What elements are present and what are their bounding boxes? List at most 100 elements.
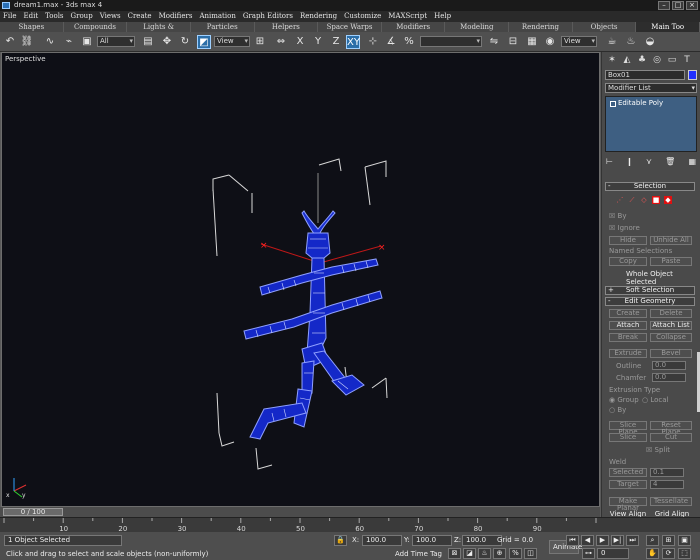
y-coordinate-field[interactable]: 100.0: [412, 535, 452, 546]
lock-selection-icon[interactable]: 🔒: [334, 535, 347, 546]
minimize-button[interactable]: –: [658, 1, 670, 10]
tab-modeling[interactable]: Modeling: [445, 22, 510, 32]
menu-animation[interactable]: Animation: [199, 11, 235, 22]
menu-views[interactable]: Views: [100, 11, 121, 22]
track-view-icon[interactable]: ▦: [525, 35, 539, 49]
split-checkbox[interactable]: Split: [646, 446, 671, 454]
restrict-xy-icon[interactable]: XY: [346, 35, 360, 49]
named-selection-dropdown[interactable]: [420, 36, 482, 47]
play-icon[interactable]: ▶: [596, 535, 609, 546]
attach-list-button[interactable]: Attach List: [650, 321, 692, 330]
tab-rendering[interactable]: Rendering: [509, 22, 573, 32]
z-coordinate-field[interactable]: 100.0: [462, 535, 502, 546]
weld-target-button[interactable]: Target: [609, 480, 647, 489]
mirror-icon[interactable]: ⇋: [487, 35, 501, 49]
utilities-panel-icon[interactable]: T: [681, 54, 693, 66]
snap-toggle-icon[interactable]: ⊹: [366, 35, 380, 49]
slice-button[interactable]: Slice: [609, 433, 647, 442]
menu-customize[interactable]: Customize: [344, 11, 381, 22]
perspective-viewport[interactable]: Perspective × × x y: [1, 52, 600, 507]
tab-modifiers[interactable]: Modifiers: [381, 22, 446, 32]
go-to-start-icon[interactable]: ⏮: [566, 535, 579, 546]
menu-edit[interactable]: Edit: [23, 11, 38, 22]
reference-coordinate-dropdown[interactable]: View: [214, 36, 250, 47]
key-mode-icon[interactable]: ⊶: [582, 548, 595, 559]
pan-icon[interactable]: ✋: [646, 548, 659, 559]
menu-help[interactable]: Help: [434, 11, 451, 22]
x-coordinate-field[interactable]: 100.0: [362, 535, 402, 546]
weld-threshold-spinner[interactable]: 0.1: [650, 468, 684, 477]
align-icon[interactable]: ⊟: [506, 35, 520, 49]
collapse-button[interactable]: Collapse: [650, 333, 692, 342]
menu-maxscript[interactable]: MAXScript: [388, 11, 427, 22]
window-crossing-icon[interactable]: ◫: [524, 548, 537, 559]
configure-sets-icon[interactable]: ▦: [688, 157, 696, 167]
zoom-icon[interactable]: ⌕: [646, 535, 659, 546]
extrude-button[interactable]: Extrude: [609, 349, 647, 358]
angle-snap-icon[interactable]: ∡: [384, 35, 398, 49]
cut-button[interactable]: Cut: [650, 433, 692, 442]
material-editor-icon[interactable]: ◉: [543, 35, 557, 49]
show-end-result-icon[interactable]: ❙: [626, 157, 633, 167]
edge-icon[interactable]: ⟋: [628, 196, 636, 204]
tab-compounds[interactable]: Compounds: [63, 22, 128, 32]
select-object-icon[interactable]: ▣: [80, 35, 94, 49]
undo-icon[interactable]: ↶: [3, 35, 17, 49]
ignore-backfacing-checkbox[interactable]: Ignore: [609, 224, 640, 232]
restrict-y-icon[interactable]: Y: [311, 35, 325, 49]
remove-modifier-icon[interactable]: 🗑: [665, 157, 675, 167]
tab-objects[interactable]: Objects: [572, 22, 637, 32]
menu-rendering[interactable]: Rendering: [300, 11, 337, 22]
close-button[interactable]: ×: [686, 1, 698, 10]
bind-space-warp-icon[interactable]: ∿: [43, 35, 57, 49]
menu-file[interactable]: File: [3, 11, 16, 22]
go-to-end-icon[interactable]: ⏭: [626, 535, 639, 546]
object-name-field[interactable]: Box01: [605, 70, 685, 80]
bevel-button[interactable]: Bevel: [650, 349, 692, 358]
local-radio[interactable]: ○ Local: [642, 396, 669, 404]
snap-icon[interactable]: ⊠: [448, 548, 461, 559]
make-planar-button[interactable]: Make Planar: [609, 497, 647, 512]
break-button[interactable]: Break: [609, 333, 647, 342]
quick-render-icon[interactable]: ♨: [624, 35, 638, 49]
render-scene-icon[interactable]: ☕: [605, 35, 619, 49]
absolute-mode-icon[interactable]: ⊕: [493, 548, 506, 559]
outline-spinner[interactable]: 0.0: [652, 361, 686, 370]
tab-lights-cameras[interactable]: Lights & Cameras: [127, 22, 191, 41]
by-polygon-radio[interactable]: ○ By: [609, 406, 626, 414]
tab-helpers[interactable]: Helpers: [254, 22, 319, 32]
menu-graph-editors[interactable]: Graph Editors: [243, 11, 293, 22]
menu-group[interactable]: Group: [71, 11, 93, 22]
select-and-rotate-icon[interactable]: ↻: [178, 35, 192, 49]
next-frame-icon[interactable]: ▶|: [611, 535, 624, 546]
reset-plane-button[interactable]: Reset Plane: [650, 421, 692, 436]
degrade-override-icon[interactable]: ♨: [478, 548, 491, 559]
group-radio[interactable]: ◉ Group: [609, 396, 639, 404]
menu-tools[interactable]: Tools: [45, 11, 63, 22]
maximize-button[interactable]: □: [672, 1, 684, 10]
attach-button[interactable]: Attach: [609, 321, 647, 330]
restrict-x-icon[interactable]: X: [293, 35, 307, 49]
create-button[interactable]: Create: [609, 309, 647, 318]
hierarchy-panel-icon[interactable]: ♣: [636, 54, 648, 66]
select-and-scale-icon[interactable]: ◩: [197, 35, 211, 49]
zoom-all-icon[interactable]: ⊞: [662, 535, 675, 546]
unlink-icon[interactable]: ⌁: [62, 35, 76, 49]
menu-modifiers[interactable]: Modifiers: [159, 11, 193, 22]
soft-selection-rollout-header[interactable]: + Soft Selection: [605, 286, 695, 295]
tab-shapes[interactable]: Shapes: [0, 22, 64, 32]
modify-panel-icon[interactable]: ◭: [621, 54, 633, 66]
selection-filter-dropdown[interactable]: All: [97, 36, 135, 47]
previous-frame-icon[interactable]: ◀: [581, 535, 594, 546]
select-link-icon[interactable]: ⛓: [20, 35, 34, 49]
track-bar[interactable]: 10 20 30 40 50 60 70 80 90: [0, 517, 700, 533]
make-unique-icon[interactable]: ⋎: [646, 157, 652, 167]
manipulate-icon[interactable]: ⇔: [274, 35, 288, 49]
restrict-z-icon[interactable]: Z: [329, 35, 343, 49]
tessellate-button[interactable]: Tessellate: [650, 497, 692, 506]
tab-space-warps[interactable]: Space Warps: [318, 22, 382, 32]
select-and-move-icon[interactable]: ✥: [160, 35, 174, 49]
modifier-list-dropdown[interactable]: Modifier List: [605, 83, 697, 93]
maximize-viewport-icon[interactable]: ⬚: [678, 548, 691, 559]
current-frame-field[interactable]: 0: [597, 548, 629, 559]
